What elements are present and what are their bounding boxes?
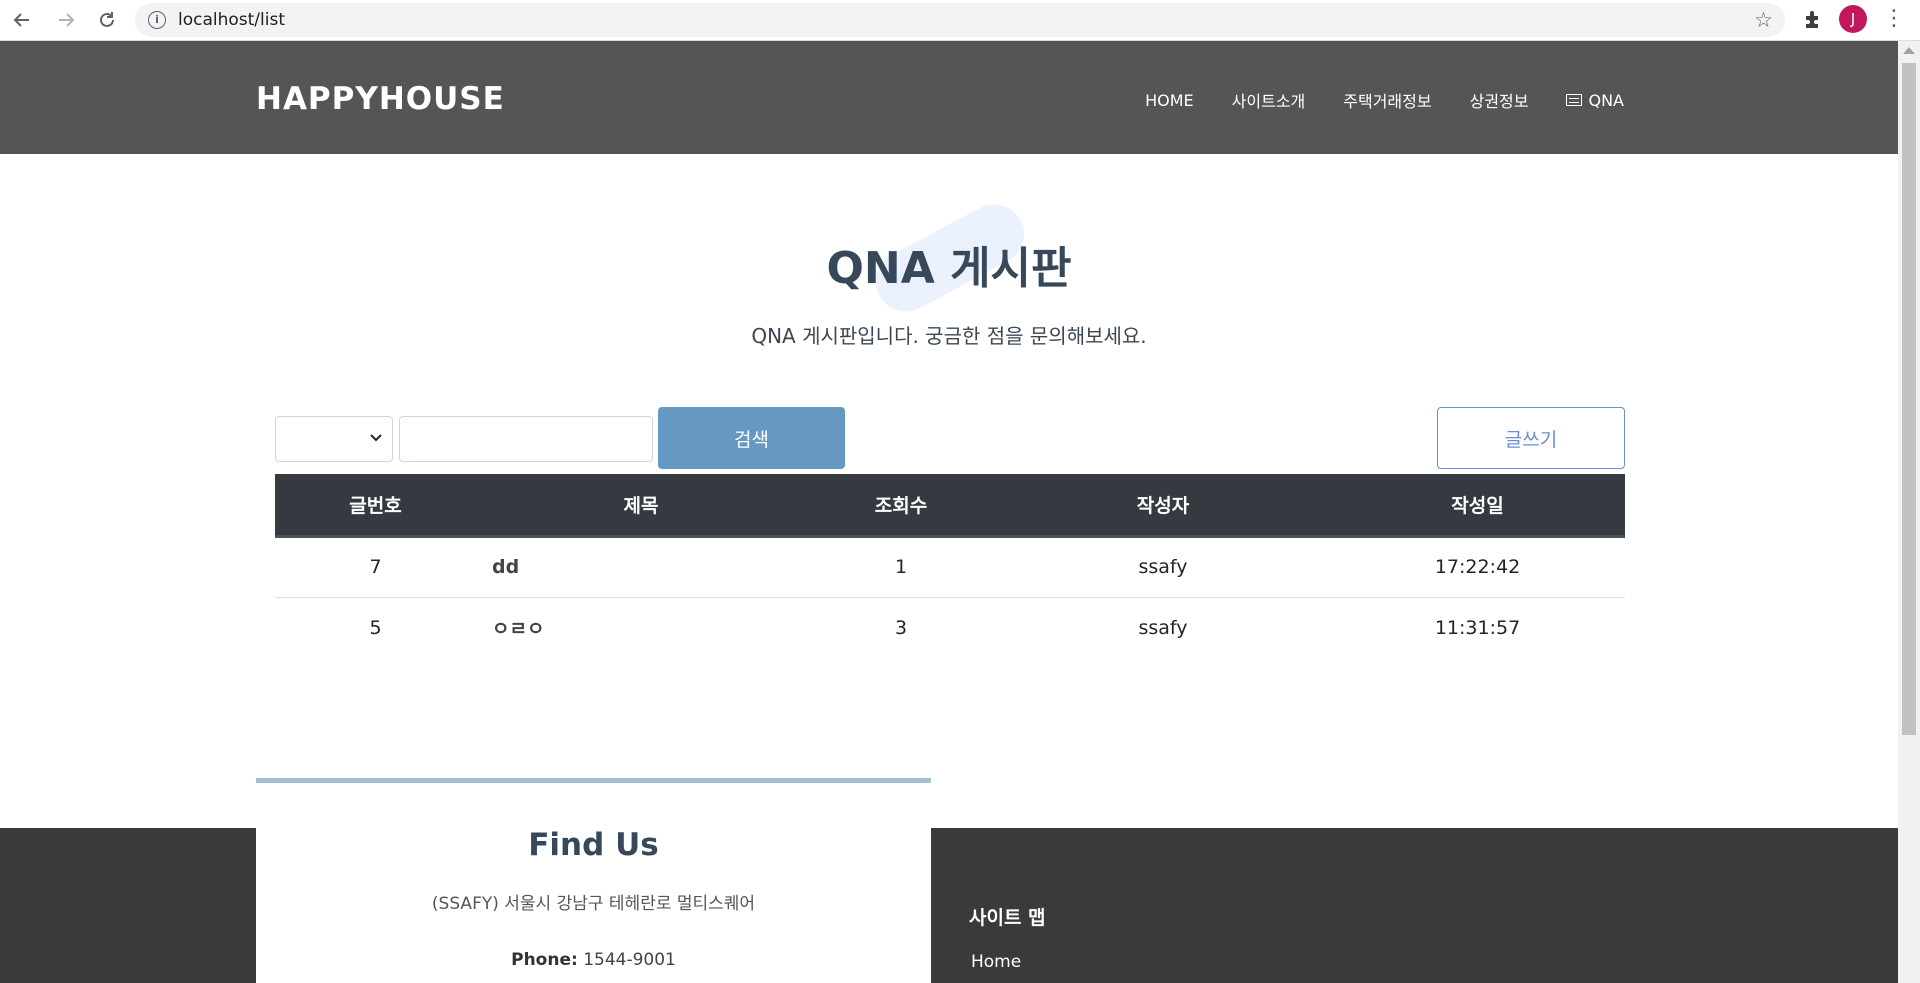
search-type-select[interactable] bbox=[275, 416, 393, 462]
brand-logo[interactable]: HAPPYHOUSE bbox=[256, 81, 505, 117]
nav-commercial[interactable]: 상권정보 bbox=[1470, 88, 1529, 112]
find-us-panel: Find Us (SSAFY) 서울시 강남구 테헤란로 멀티스퀘어 Phone… bbox=[256, 778, 931, 983]
table-header-row: 글번호 제목 조회수 작성자 작성일 bbox=[275, 474, 1625, 538]
extensions-icon[interactable] bbox=[1800, 7, 1826, 33]
cell-subject-link[interactable]: dd bbox=[476, 536, 806, 598]
cell-no: 5 bbox=[369, 616, 382, 639]
nav-qna-label: QNA bbox=[1588, 90, 1624, 110]
reload-icon[interactable] bbox=[93, 6, 121, 34]
forward-icon[interactable] bbox=[52, 6, 80, 34]
chevron-down-icon bbox=[370, 431, 382, 447]
phone-label: Phone: bbox=[511, 950, 578, 970]
table-row[interactable]: 7 dd 1 ssafy 17:22:42 bbox=[275, 536, 1625, 598]
nav-housing-deals[interactable]: 주택거래정보 bbox=[1343, 88, 1431, 112]
address-bar[interactable]: i localhost/list ☆ bbox=[135, 3, 1785, 37]
back-icon[interactable] bbox=[8, 6, 36, 34]
search-button[interactable]: 검색 bbox=[658, 407, 845, 469]
nav-home[interactable]: HOME bbox=[1145, 88, 1194, 112]
header-views: 조회수 bbox=[806, 474, 996, 538]
cell-no: 7 bbox=[275, 536, 476, 598]
cell-views: 1 bbox=[806, 536, 996, 598]
sitemap-link-home[interactable]: Home bbox=[971, 952, 1021, 972]
header-writer: 작성자 bbox=[996, 474, 1330, 538]
cell-views: 3 bbox=[894, 616, 908, 639]
info-icon[interactable]: i bbox=[148, 11, 166, 29]
cell-date: 11:31:57 bbox=[1434, 616, 1521, 639]
table-row[interactable]: 5 ㅇㄹㅇ 3 ssafy 11:31:57 bbox=[275, 597, 1625, 658]
header-no: 글번호 bbox=[275, 474, 476, 538]
star-icon[interactable]: ☆ bbox=[1754, 8, 1773, 32]
main-nav: HOME 사이트소개 주택거래정보 상권정보 QNA bbox=[1145, 88, 1624, 112]
page-subtitle: QNA 게시판입니다. 궁금한 점을 문의해보세요. bbox=[751, 324, 1147, 348]
scroll-thumb[interactable] bbox=[1902, 63, 1916, 735]
qna-table: 글번호 제목 조회수 작성자 작성일 7 dd 1 ssafy 17:22:42… bbox=[275, 474, 1625, 658]
scroll-up-arrow-icon[interactable] bbox=[1903, 47, 1915, 54]
phone-line: Phone: 1544-9001 bbox=[256, 950, 931, 970]
menu-icon[interactable]: ⋮ bbox=[1880, 5, 1908, 33]
profile-avatar[interactable]: J bbox=[1839, 5, 1867, 33]
write-button[interactable]: 글쓰기 bbox=[1437, 407, 1625, 469]
nav-about[interactable]: 사이트소개 bbox=[1232, 88, 1306, 112]
cell-subject-link[interactable]: ㅇㄹㅇ bbox=[476, 597, 806, 658]
board-icon bbox=[1566, 94, 1583, 106]
cell-writer: ssafy bbox=[1138, 616, 1188, 639]
phone-value: 1544-9001 bbox=[583, 950, 676, 970]
search-input[interactable] bbox=[399, 416, 653, 462]
find-us-title: Find Us bbox=[528, 827, 659, 863]
page-title: QNA 게시판 bbox=[826, 243, 1072, 294]
sitemap-title: 사이트 맵 bbox=[969, 907, 1046, 929]
browser-toolbar: i localhost/list ☆ J ⋮ bbox=[0, 0, 1920, 41]
header-subject: 제목 bbox=[476, 474, 806, 538]
cell-writer: ssafy bbox=[996, 536, 1330, 598]
header-date: 작성일 bbox=[1330, 474, 1625, 538]
site-header: HAPPYHOUSE HOME 사이트소개 주택거래정보 상권정보 QNA bbox=[0, 41, 1898, 154]
page-scrollbar[interactable] bbox=[1898, 41, 1920, 983]
nav-qna[interactable]: QNA bbox=[1566, 88, 1624, 112]
url-text[interactable]: localhost/list bbox=[178, 10, 285, 30]
address-text: (SSAFY) 서울시 강남구 테헤란로 멀티스퀘어 bbox=[431, 894, 756, 914]
cell-date: 17:22:42 bbox=[1330, 536, 1625, 598]
